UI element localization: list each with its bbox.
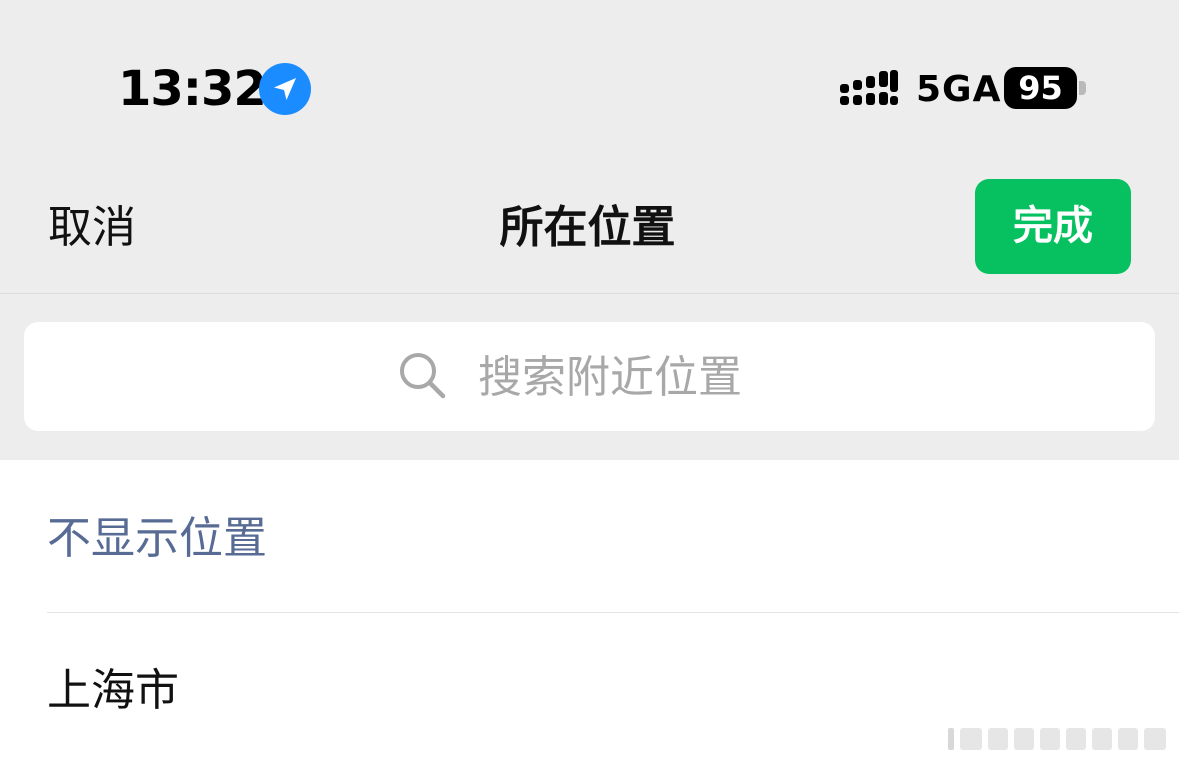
- list-divider: [47, 612, 1179, 613]
- battery-tip: [1079, 81, 1086, 95]
- location-arrow-icon: [259, 63, 311, 115]
- nav-divider: [0, 293, 1179, 294]
- battery-indicator: 95: [1004, 67, 1077, 109]
- list-item-label: 上海市: [47, 665, 179, 716]
- list-item-label: 不显示位置: [47, 513, 267, 564]
- list-item-hide-location[interactable]: 不显示位置: [0, 460, 1179, 612]
- status-time: 13:32: [118, 61, 267, 117]
- watermark-logo: [946, 722, 1171, 754]
- done-button[interactable]: 完成: [975, 179, 1131, 274]
- network-type: 5GA: [916, 69, 1002, 110]
- cellular-signal-icon: [838, 68, 900, 108]
- search-placeholder: 搜索附近位置: [478, 352, 742, 403]
- search-icon: [397, 350, 447, 400]
- cancel-button[interactable]: 取消: [48, 200, 136, 256]
